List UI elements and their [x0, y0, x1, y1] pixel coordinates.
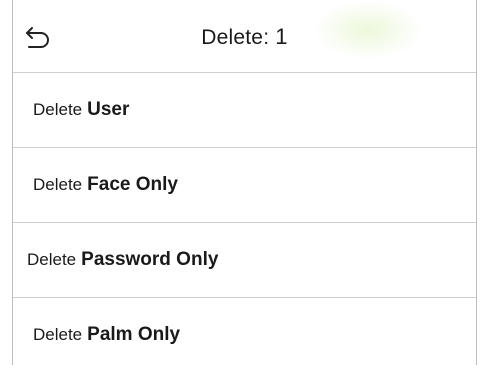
selected-count: 1 [275, 24, 288, 49]
delete-palm-only-item[interactable]: Delete Palm Only [13, 298, 476, 372]
item-label: User [87, 99, 130, 120]
item-prefix: Delete [33, 325, 83, 344]
item-prefix: Delete [33, 175, 83, 194]
header-bar: Delete: 1 [13, 0, 476, 73]
title-separator: : [263, 26, 270, 49]
item-label: Palm Only [87, 324, 181, 345]
delete-screen: Delete: 1 Delete User Delete Face Only D… [12, 0, 477, 365]
item-prefix: Delete [27, 250, 77, 269]
page-title: Delete: 1 [13, 24, 476, 50]
item-label: Face Only [87, 174, 178, 195]
delete-password-only-item[interactable]: Delete Password Only [13, 223, 476, 298]
delete-user-item[interactable]: Delete User [13, 73, 476, 148]
item-prefix: Delete [33, 100, 83, 119]
title-text: Delete [201, 26, 264, 49]
item-label: Password Only [81, 249, 219, 270]
delete-face-only-item[interactable]: Delete Face Only [13, 148, 476, 223]
